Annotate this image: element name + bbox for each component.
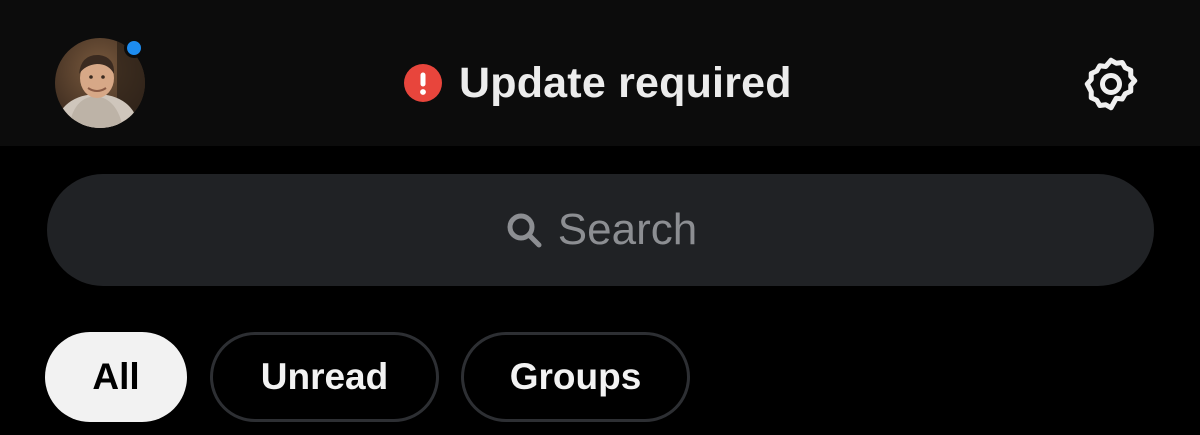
chat-list-screen: Update required Search All Unread Groups [0, 0, 1200, 435]
top-bar: Update required [0, 0, 1200, 146]
gear-icon [1084, 57, 1138, 111]
presence-indicator [124, 38, 144, 58]
filter-chip-all[interactable]: All [45, 332, 187, 422]
alert-circle-icon [404, 64, 442, 102]
profile-avatar-button[interactable] [55, 38, 145, 128]
search-placeholder: Search [557, 205, 698, 254]
search-icon [504, 210, 544, 250]
filter-chip-groups[interactable]: Groups [461, 332, 690, 422]
status-title: Update required [404, 56, 792, 110]
page-title[interactable]: Update required [459, 59, 792, 108]
settings-button[interactable] [1080, 53, 1142, 115]
filter-chip-unread[interactable]: Unread [210, 332, 439, 422]
search-input[interactable]: Search [47, 174, 1154, 286]
